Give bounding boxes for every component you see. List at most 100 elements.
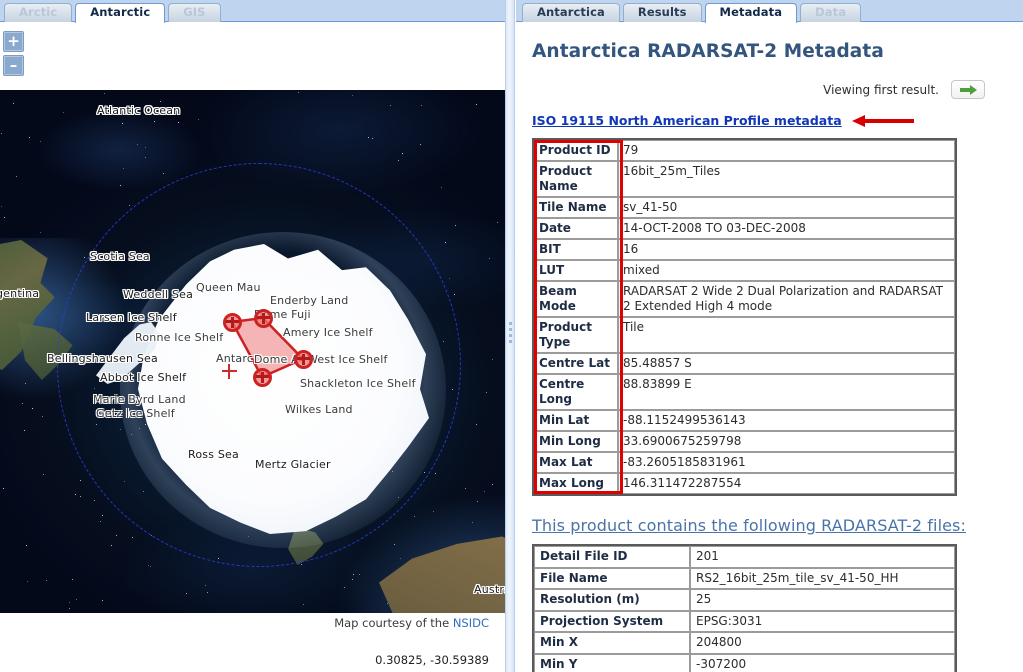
metadata-value: RADARSAT 2 Wide 2 Dual Polarization and … bbox=[618, 281, 955, 317]
page-title: Antarctica RADARSAT-2 Metadata bbox=[532, 41, 884, 62]
metadata-key: Max Long bbox=[534, 473, 618, 494]
file-key: Projection System bbox=[534, 610, 690, 633]
nsidc-link[interactable]: NSIDC bbox=[453, 616, 489, 630]
result-status-text: Viewing first result. bbox=[823, 82, 939, 97]
metadata-key: Centre Lat bbox=[534, 353, 618, 374]
iso-link-row: ISO 19115 North American Profile metadat… bbox=[532, 113, 1007, 128]
selection-vertex-handle[interactable] bbox=[252, 367, 272, 387]
metadata-key: Tile Name bbox=[534, 197, 618, 218]
metadata-key: Product ID bbox=[534, 140, 618, 161]
file-key: Resolution (m) bbox=[534, 589, 690, 611]
tab-antarctica[interactable]: Antarctica bbox=[522, 3, 620, 22]
file-key: Min X bbox=[534, 632, 690, 654]
panel-splitter[interactable] bbox=[505, 0, 515, 672]
table-row: Product ID 79 bbox=[534, 140, 955, 161]
metadata-value: sv_41-50 bbox=[618, 197, 955, 218]
metadata-value: 88.83899 E bbox=[618, 374, 955, 410]
antarctica-map[interactable]: Atlantic Ocean Scotia Sea gentina Weddell S… bbox=[0, 90, 505, 613]
table-row: Min Y -307200 bbox=[534, 653, 955, 672]
table-row: Date 14-OCT-2008 TO 03-DEC-2008 bbox=[534, 218, 955, 239]
metadata-table: Product ID 79 Product Name 16bit_25m_Tiles T… bbox=[532, 138, 957, 496]
table-row: Resolution (m) 25 bbox=[534, 589, 955, 611]
metadata-key: Centre Long bbox=[534, 374, 618, 410]
metadata-key: Product Name bbox=[534, 161, 618, 197]
cursor-coordinates: 0.30825, -30.59389 bbox=[375, 653, 489, 667]
tab-antarctic[interactable]: Antarctic bbox=[75, 3, 166, 23]
antarctic-circle bbox=[57, 163, 461, 567]
file-key: File Name bbox=[534, 567, 690, 590]
application-window: Arctic Antarctic GIS + – Atlantic Ocean Sco… bbox=[0, 0, 1023, 672]
metadata-key: Min Long bbox=[534, 431, 618, 452]
selection-vertex-handle[interactable] bbox=[293, 349, 313, 369]
tab-gis: GIS bbox=[168, 3, 221, 22]
file-value: 204800 bbox=[690, 632, 955, 654]
table-row: Product Name 16bit_25m_Tiles bbox=[534, 161, 955, 197]
tab-metadata[interactable]: Metadata bbox=[704, 3, 798, 23]
metadata-key: Beam Mode bbox=[534, 281, 618, 317]
left-tabstrip: Arctic Antarctic GIS bbox=[0, 0, 505, 23]
map-credit: Map courtesy of the NSIDC bbox=[0, 616, 505, 630]
metadata-key: Date bbox=[534, 218, 618, 239]
metadata-value: mixed bbox=[618, 260, 955, 281]
metadata-value: -88.1152499536143 bbox=[618, 410, 955, 431]
result-navigation: Viewing first result. bbox=[532, 80, 1007, 99]
file-key: Detail File ID bbox=[534, 546, 690, 568]
metadata-table-wrapper: Product ID 79 Product Name 16bit_25m_Tiles T… bbox=[532, 138, 957, 496]
file-value: RS2_16bit_25m_tile_sv_41-50_HH bbox=[690, 567, 955, 590]
table-row: Centre Long 88.83899 E bbox=[534, 374, 955, 410]
metadata-value: Tile bbox=[618, 317, 955, 353]
metadata-value: 79 bbox=[618, 140, 955, 161]
table-row: Max Long 146.311472287554 bbox=[534, 473, 955, 494]
iso-metadata-link[interactable]: ISO 19115 North American Profile metadat… bbox=[532, 113, 842, 128]
metadata-key: LUT bbox=[534, 260, 618, 281]
table-row: Min Long 33.6900675259798 bbox=[534, 431, 955, 452]
tab-arctic: Arctic bbox=[4, 3, 73, 22]
files-section-title: This product contains the following RADA… bbox=[532, 516, 966, 535]
zoom-out-button[interactable]: – bbox=[3, 55, 24, 76]
table-row: Min Lat -88.1152499536143 bbox=[534, 410, 955, 431]
tab-data: Data bbox=[800, 3, 862, 22]
selection-vertex-handle[interactable] bbox=[222, 312, 242, 332]
zoom-in-button[interactable]: + bbox=[3, 31, 24, 52]
file-value: 201 bbox=[690, 546, 955, 568]
file-key: Min Y bbox=[534, 653, 690, 672]
metadata-value: 85.48857 S bbox=[618, 353, 955, 374]
metadata-value: 16 bbox=[618, 239, 955, 260]
metadata-panel: Antarctica Results Metadata Data Antarctica… bbox=[516, 0, 1023, 672]
metadata-value: -83.2605185831961 bbox=[618, 452, 955, 473]
right-arrow-icon bbox=[960, 85, 977, 95]
map-panel: Arctic Antarctic GIS + – Atlantic Ocean Sco… bbox=[0, 0, 505, 672]
metadata-key: Product Type bbox=[534, 317, 618, 353]
table-row: File Name RS2_16bit_25m_tile_sv_41-50_HH bbox=[534, 567, 955, 590]
metadata-value: 146.311472287554 bbox=[618, 473, 955, 494]
right-tabstrip: Antarctica Results Metadata Data bbox=[516, 0, 1023, 23]
file-value: -307200 bbox=[690, 653, 955, 672]
table-row: Centre Lat 85.48857 S bbox=[534, 353, 955, 374]
metadata-value: 33.6900675259798 bbox=[618, 431, 955, 452]
map-centre-cross-icon bbox=[221, 363, 237, 379]
metadata-key: Max Lat bbox=[534, 452, 618, 473]
metadata-key: BIT bbox=[534, 239, 618, 260]
table-row: BIT 16 bbox=[534, 239, 955, 260]
table-row: Max Lat -83.2605185831961 bbox=[534, 452, 955, 473]
next-result-button[interactable] bbox=[951, 80, 985, 99]
table-row: Min X 204800 bbox=[534, 632, 955, 654]
metadata-key: Min Lat bbox=[534, 410, 618, 431]
table-row: Product Type Tile bbox=[534, 317, 955, 353]
red-pointer-arrow-icon bbox=[851, 114, 914, 127]
table-row: Projection System EPSG:3031 bbox=[534, 610, 955, 633]
file-value: 25 bbox=[690, 589, 955, 611]
files-table: Detail File ID 201 File Name RS2_16bit_25m_… bbox=[532, 544, 957, 672]
table-row: Beam Mode RADARSAT 2 Wide 2 Dual Polariza… bbox=[534, 281, 955, 317]
selection-vertex-handle[interactable] bbox=[253, 308, 273, 328]
map-credit-text: Map courtesy of the bbox=[334, 616, 453, 630]
table-row: LUT mixed bbox=[534, 260, 955, 281]
map-toolbar: + – bbox=[0, 22, 505, 90]
metadata-content: Antarctica RADARSAT-2 Metadata Viewing f… bbox=[516, 23, 1023, 672]
table-row: Tile Name sv_41-50 bbox=[534, 197, 955, 218]
table-row: Detail File ID 201 bbox=[534, 546, 955, 568]
metadata-value: 16bit_25m_Tiles bbox=[618, 161, 955, 197]
splitter-grip bbox=[509, 322, 512, 350]
tab-results[interactable]: Results bbox=[622, 3, 702, 22]
file-value: EPSG:3031 bbox=[690, 610, 955, 633]
